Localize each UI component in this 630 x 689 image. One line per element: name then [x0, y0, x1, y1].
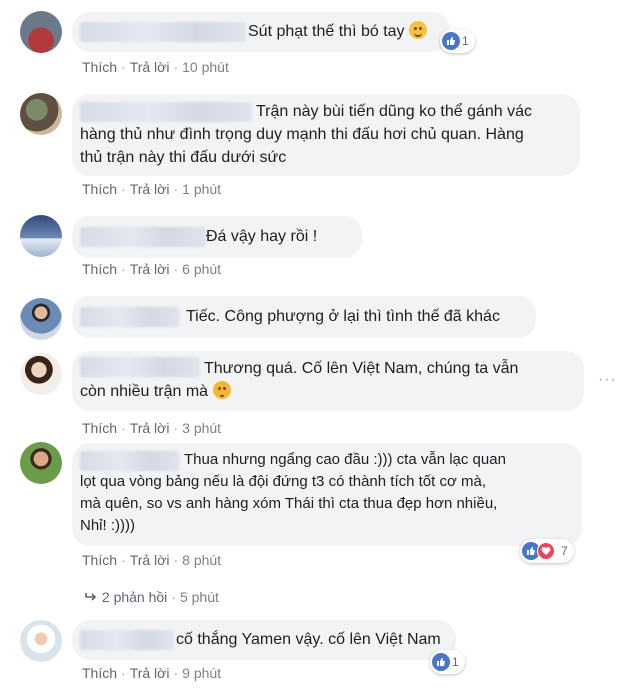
like-link[interactable]: Thích	[82, 261, 117, 277]
kiss-emoji-icon	[212, 381, 231, 399]
reaction-summary[interactable]: 7	[520, 539, 574, 563]
like-link[interactable]: Thích	[82, 552, 117, 568]
timestamp[interactable]: 10 phút	[182, 59, 229, 75]
comment-text: Tiếc. Công phượng ở lại thì tình thế đã …	[186, 308, 500, 325]
like-link[interactable]: Thích	[82, 665, 117, 681]
avatar[interactable]	[20, 353, 62, 395]
reply-arrow-icon	[85, 593, 97, 601]
comment-text: Trận này bùi tiến dũng ko thể gánh vác h…	[80, 103, 533, 166]
timestamp[interactable]: 6 phút	[182, 261, 221, 277]
comment-text: Thương quá. Cố lên Việt Nam, chúng ta vẫ…	[80, 360, 519, 400]
comment-bubble: Trận này bùi tiến dũng ko thể gánh vác h…	[72, 94, 580, 176]
reaction-count: 1	[462, 34, 469, 48]
comment-bubble: Tiếc. Công phượng ở lại thì tình thế đã …	[72, 296, 536, 338]
like-link[interactable]: Thích	[82, 420, 117, 436]
avatar[interactable]	[20, 442, 62, 484]
comment-actions: Thích · Trả lời · 9 phút	[82, 665, 222, 681]
comment-bubble: Đá vậy hay rồi !	[72, 216, 362, 258]
avatar[interactable]	[20, 298, 62, 340]
timestamp[interactable]: 8 phút	[182, 552, 221, 568]
avatar[interactable]	[20, 620, 62, 662]
like-link[interactable]: Thích	[82, 59, 117, 75]
smile-emoji-icon	[409, 21, 428, 39]
comment-bubble: cố thắng Yamen vậy. cố lên Việt Nam	[72, 620, 456, 660]
comment-actions: Thích · Trả lời · 1 phút	[82, 181, 222, 197]
comment-actions: Thích · Trả lời · 3 phút	[82, 420, 222, 436]
like-icon	[432, 653, 450, 671]
reaction-count: 1	[452, 655, 459, 669]
like-icon	[442, 32, 460, 50]
comment-text: Sút phạt thế thì bó tay	[248, 20, 428, 43]
timestamp[interactable]: 3 phút	[182, 420, 221, 436]
comment-actions: Thích · Trả lời · 8 phút	[82, 552, 222, 568]
timestamp[interactable]: 9 phút	[182, 665, 221, 681]
author-name-blurred[interactable]	[80, 630, 174, 650]
more-options-icon[interactable]: ···	[598, 371, 617, 389]
comment-text: Thua nhưng ngẩng cao đầu :))) cta vẫn lạ…	[80, 451, 506, 534]
view-replies-link[interactable]: 2 phản hồi · 5 phút	[84, 589, 219, 605]
reaction-summary[interactable]: 1	[440, 29, 475, 53]
reply-link[interactable]: Trả lời	[130, 552, 170, 568]
avatar[interactable]	[20, 93, 62, 135]
reply-link[interactable]: Trả lời	[130, 665, 170, 681]
author-name-blurred[interactable]	[80, 227, 206, 247]
like-link[interactable]: Thích	[82, 181, 117, 197]
avatar[interactable]	[20, 11, 62, 53]
love-icon	[537, 542, 555, 560]
reply-link[interactable]: Trả lời	[130, 261, 170, 277]
timestamp[interactable]: 1 phút	[182, 181, 221, 197]
comment-bubble: Thương quá. Cố lên Việt Nam, chúng ta vẫ…	[72, 351, 584, 411]
comment-bubble: Sút phạt thế thì bó tay	[72, 12, 450, 52]
comment-text: cố thắng Yamen vậy. cố lên Việt Nam	[176, 631, 441, 648]
comment-text: Đá vậy hay rồi !	[206, 228, 318, 245]
reply-link[interactable]: Trả lời	[130, 420, 170, 436]
reply-link[interactable]: Trả lời	[130, 59, 170, 75]
reaction-summary[interactable]: 1	[430, 650, 465, 674]
comment-actions: Thích · Trả lời · 10 phút	[82, 59, 229, 75]
reaction-count: 7	[561, 544, 568, 558]
comment-actions: Thích · Trả lời · 6 phút	[82, 261, 222, 277]
author-name-blurred[interactable]	[80, 307, 180, 327]
comment-bubble: Thua nhưng ngẩng cao đầu :))) cta vẫn lạ…	[72, 443, 582, 546]
reply-link[interactable]: Trả lời	[130, 181, 170, 197]
author-name-blurred[interactable]	[80, 22, 246, 42]
avatar[interactable]	[20, 215, 62, 257]
